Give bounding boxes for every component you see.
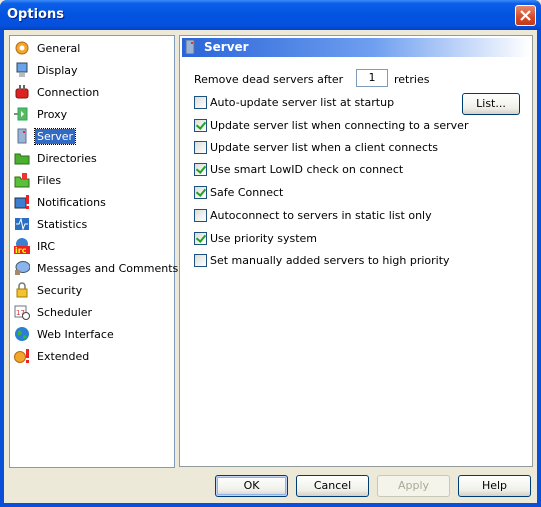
list-button[interactable]: List... (462, 93, 520, 115)
gear-icon (14, 40, 30, 56)
dialog-body: General Display Connection Proxy Server Direc… (4, 30, 537, 503)
sidebar-item-label: Directories (37, 151, 97, 165)
option-row[interactable]: Use smart LowID check on connect (194, 160, 403, 178)
monitor-icon (14, 62, 30, 78)
option-row[interactable]: Update server list when a client connect… (194, 138, 438, 156)
option-checkbox[interactable] (194, 231, 207, 245)
title-bar[interactable]: Options (0, 0, 541, 30)
option-row[interactable]: Safe Connect (194, 183, 283, 201)
option-checkbox[interactable] (194, 185, 207, 199)
apply-button[interactable]: Apply (377, 475, 450, 497)
sidebar-item-label: Messages and Comments (37, 261, 179, 275)
sidebar-item-server[interactable]: Server (14, 127, 77, 145)
sidebar-item-label: General (37, 41, 81, 55)
option-label: Update server list when connecting to a … (210, 118, 469, 132)
option-label: Use smart LowID check on connect (210, 162, 404, 176)
files-icon (14, 172, 30, 188)
option-label: Autoconnect to servers in static list on… (210, 208, 432, 222)
sidebar-item-label: Proxy (37, 107, 68, 121)
sidebar-item-extended[interactable]: Extended (14, 347, 91, 365)
sidebar-item-connection[interactable]: Connection (14, 83, 101, 101)
option-row[interactable]: Set manually added servers to high prior… (194, 251, 450, 269)
option-label: Use priority system (210, 231, 318, 245)
option-label: Set manually added servers to high prior… (210, 253, 450, 267)
sidebar-item-irc[interactable]: irc IRC (14, 237, 57, 255)
option-checkbox[interactable] (194, 162, 207, 176)
remove-dead-label: Remove dead servers after (194, 72, 344, 86)
category-tree[interactable]: General Display Connection Proxy Server Direc… (9, 35, 178, 468)
sidebar-item-messages-and-comments[interactable]: Messages and Comments (14, 259, 180, 277)
sidebar-item-web-interface[interactable]: Web Interface (14, 325, 116, 343)
notification-icon (14, 194, 30, 210)
sidebar-item-label: Web Interface (37, 327, 114, 341)
option-checkbox[interactable] (194, 118, 207, 132)
sidebar-item-general[interactable]: General (14, 39, 82, 57)
sidebar-item-label: Extended (37, 349, 90, 363)
sidebar-item-label: IRC (37, 239, 56, 253)
folder-icon (14, 150, 30, 166)
plug-icon (14, 84, 30, 100)
sidebar-item-label: Security (37, 283, 83, 297)
sidebar-item-label: Server (33, 127, 77, 145)
option-label: Update server list when a client connect… (210, 140, 439, 154)
calendar-clock-icon: 17 (14, 304, 30, 320)
cancel-button[interactable]: Cancel (296, 475, 369, 497)
close-button[interactable] (515, 5, 536, 26)
messages-icon (14, 260, 31, 276)
window-title: Options (7, 7, 64, 22)
gear-alert-icon (14, 348, 30, 364)
option-checkbox[interactable] (194, 95, 207, 109)
ok-button[interactable]: OK (215, 475, 288, 497)
server-icon (14, 128, 30, 144)
sidebar-item-notifications[interactable]: Notifications (14, 193, 108, 211)
globe-icon (14, 326, 30, 342)
sidebar-item-label: Files (37, 173, 62, 187)
sidebar-item-directories[interactable]: Directories (14, 149, 99, 167)
sidebar-item-statistics[interactable]: Statistics (14, 215, 89, 233)
panel-header: Server (182, 38, 530, 57)
sidebar-item-label: Connection (37, 85, 100, 99)
sidebar-item-label: Scheduler (37, 305, 93, 319)
sidebar-item-label: Statistics (37, 217, 88, 231)
server-settings-panel: Server Remove dead servers after 1 retri… (179, 35, 533, 467)
options-window: Options General Display Connection Proxy Ser… (0, 0, 541, 507)
server-icon (185, 40, 195, 54)
option-checkbox[interactable] (194, 253, 207, 267)
sidebar-item-label: Notifications (37, 195, 106, 209)
option-row[interactable]: Auto-update server list at startup (194, 93, 394, 111)
irc-icon: irc (14, 238, 30, 255)
close-icon (520, 10, 531, 21)
help-button[interactable]: Help (458, 475, 531, 497)
proxy-icon (14, 106, 30, 122)
option-row[interactable]: Update server list when connecting to a … (194, 116, 468, 134)
retries-suffix-row: retries (394, 70, 429, 88)
option-checkbox[interactable] (194, 140, 207, 154)
option-label: Safe Connect (210, 185, 284, 199)
statistics-icon (14, 216, 30, 232)
option-row[interactable]: Autoconnect to servers in static list on… (194, 206, 432, 224)
sidebar-item-label: Display (37, 63, 78, 77)
option-row[interactable]: Use priority system (194, 229, 317, 247)
retries-input[interactable]: 1 (356, 69, 388, 87)
sidebar-item-scheduler[interactable]: 17 Scheduler (14, 303, 94, 321)
svg-text:irc: irc (15, 246, 27, 254)
sidebar-item-files[interactable]: Files (14, 171, 63, 189)
lock-icon (14, 282, 30, 298)
panel-title: Server (204, 40, 249, 54)
sidebar-item-display[interactable]: Display (14, 61, 80, 79)
sidebar-item-security[interactable]: Security (14, 281, 84, 299)
option-checkbox[interactable] (194, 208, 207, 222)
remove-dead-row: Remove dead servers after (194, 70, 343, 88)
option-label: Auto-update server list at startup (210, 95, 395, 109)
retries-label: retries (394, 72, 430, 86)
sidebar-item-proxy[interactable]: Proxy (14, 105, 69, 123)
